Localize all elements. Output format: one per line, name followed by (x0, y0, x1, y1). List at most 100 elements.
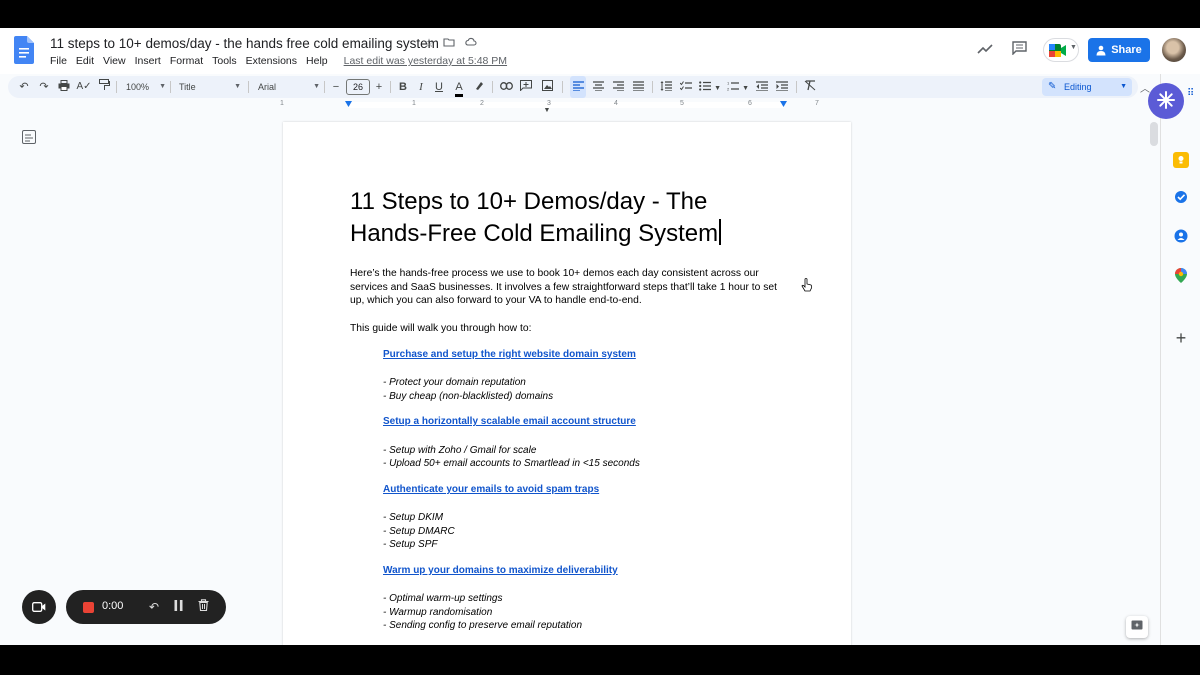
add-comment-icon[interactable] (518, 76, 534, 98)
maps-icon[interactable] (1173, 268, 1189, 284)
list-item: - Setup DKIM (383, 512, 444, 523)
vertical-ruler (0, 120, 10, 645)
menu-view[interactable]: View (103, 55, 126, 67)
list-item: - Upload 50+ email accounts to Smartlead… (383, 458, 640, 469)
camera-toggle-button[interactable] (22, 590, 56, 624)
align-center-icon[interactable] (590, 76, 606, 98)
step-link-warmup[interactable]: Warm up your domains to maximize deliver… (383, 565, 618, 576)
insert-link-icon[interactable] (498, 76, 514, 98)
clear-formatting-icon[interactable] (802, 76, 818, 98)
checklist-icon[interactable] (678, 76, 694, 98)
meet-button[interactable]: ▼ (1043, 38, 1079, 62)
step-link-authenticate[interactable]: Authenticate your emails to avoid spam t… (383, 484, 599, 495)
align-right-icon[interactable] (610, 76, 626, 98)
print-icon[interactable] (56, 76, 72, 98)
editing-mode-label: Editing (1064, 82, 1092, 92)
add-addon-icon[interactable]: + (1173, 329, 1189, 347)
toolbar-divider (390, 81, 391, 93)
ruler-tick: 3 (547, 100, 551, 107)
comments-icon[interactable] (1009, 40, 1029, 60)
font-select[interactable]: Arial ▼ (258, 76, 320, 98)
paint-format-icon[interactable] (96, 76, 112, 98)
increase-font-size-button[interactable]: + (373, 76, 385, 98)
pause-icon[interactable] (170, 599, 186, 615)
collapse-toolbar-icon[interactable]: ︿ (1140, 80, 1150, 95)
menu-bar: File Edit View Insert Format Tools Exten… (50, 55, 507, 67)
undo-icon[interactable]: ↶ (16, 76, 32, 98)
title-bar: 11 steps to 10+ demos/day - the hands fr… (0, 28, 1200, 74)
restart-icon[interactable]: ↶ (146, 599, 162, 615)
move-folder-icon[interactable] (442, 36, 456, 50)
menu-extensions[interactable]: Extensions (246, 55, 297, 67)
last-edit-link[interactable]: Last edit was yesterday at 5:48 PM (344, 55, 507, 67)
menu-help[interactable]: Help (306, 55, 328, 67)
toolbar-divider (248, 81, 249, 93)
scrollbar-thumb[interactable] (1150, 122, 1158, 146)
menu-format[interactable]: Format (170, 55, 203, 67)
list-item: - Setup with Zoho / Gmail for scale (383, 444, 537, 456)
keep-icon[interactable] (1173, 152, 1189, 168)
step-link-domains[interactable]: Purchase and setup the right website dom… (383, 349, 636, 360)
list-item: - Setup SPF (383, 539, 438, 550)
underline-icon[interactable]: U (432, 76, 446, 98)
trash-icon[interactable] (195, 599, 211, 615)
menu-tools[interactable]: Tools (212, 55, 237, 67)
document-outline-icon[interactable] (22, 130, 38, 146)
cloud-status-icon[interactable] (463, 36, 477, 50)
chevron-down-icon: ▼ (159, 83, 166, 90)
insert-image-icon[interactable]: ▼ (538, 76, 556, 114)
recording-controls: 0:00 ↶ (66, 590, 226, 624)
menu-insert[interactable]: Insert (135, 55, 161, 67)
step-link-email-structure[interactable]: Setup a horizontally scalable email acco… (383, 416, 636, 427)
contacts-icon[interactable] (1173, 229, 1189, 245)
decrease-indent-icon[interactable] (754, 76, 770, 98)
font-value: Arial (258, 82, 277, 92)
list-item: - Optimal warm-up settings (383, 593, 503, 604)
avatar[interactable] (1162, 38, 1186, 62)
ruler-tick: 5 (680, 100, 684, 107)
list-item: - Warmup randomisation (383, 606, 493, 618)
share-label: Share (1111, 44, 1142, 56)
chevron-right-icon[interactable]: › (1173, 644, 1189, 645)
star-icon[interactable]: ☆ (422, 36, 436, 50)
highlight-color-icon[interactable] (472, 76, 486, 98)
editing-mode-select[interactable]: ✎ Editing ▼ (1042, 78, 1132, 96)
pencil-icon: ✎ (1048, 81, 1057, 92)
numbered-list-icon[interactable]: 12 ▼ (726, 76, 750, 98)
toolbar-divider (796, 81, 797, 93)
italic-icon[interactable]: I (414, 76, 428, 98)
list-item: - Buy cheap (non-blacklisted) domains (383, 390, 554, 402)
menu-edit[interactable]: Edit (76, 55, 94, 67)
ruler-tick: 4 (614, 100, 618, 107)
zoom-select[interactable]: 100% ▼ (126, 76, 166, 98)
stop-recording-button[interactable] (83, 602, 94, 613)
docs-logo-icon[interactable] (14, 36, 34, 64)
list-item: - Protect your domain reputation (383, 377, 526, 388)
gemini-assistant-button[interactable] (1148, 83, 1184, 119)
bold-icon[interactable]: B (396, 76, 410, 98)
font-size-input[interactable]: 26 (346, 79, 370, 95)
meet-icon (1049, 44, 1066, 57)
paragraph-style-select[interactable]: Title ▼ (179, 76, 241, 98)
menu-file[interactable]: File (50, 55, 67, 67)
tasks-icon[interactable] (1173, 190, 1189, 206)
document-title[interactable]: 11 steps to 10+ demos/day - the hands fr… (50, 36, 439, 51)
document-page[interactable]: 11 Steps to 10+ Demos/day - The Hands-Fr… (283, 122, 851, 645)
line-spacing-icon[interactable] (658, 76, 674, 98)
increase-indent-icon[interactable] (774, 76, 790, 98)
toolbar-divider (170, 81, 171, 93)
text-cursor (719, 219, 721, 245)
document-heading[interactable]: 11 Steps to 10+ Demos/day - The Hands-Fr… (350, 186, 770, 250)
align-left-icon[interactable] (570, 76, 586, 98)
share-button[interactable]: Share (1088, 38, 1150, 62)
redo-icon[interactable]: ↷ (36, 76, 52, 98)
apps-grid-icon[interactable]: ⠿ (1187, 88, 1194, 99)
decrease-font-size-button[interactable]: − (330, 76, 342, 98)
text-color-icon[interactable]: A (452, 76, 466, 98)
bulleted-list-icon[interactable]: ▼ (698, 76, 722, 98)
ruler-tick: 7 (815, 100, 819, 107)
explore-icon[interactable] (1126, 616, 1148, 638)
spellcheck-icon[interactable]: A✓ (76, 76, 92, 98)
activity-trend-icon[interactable] (975, 40, 995, 60)
justify-icon[interactable] (630, 76, 646, 98)
